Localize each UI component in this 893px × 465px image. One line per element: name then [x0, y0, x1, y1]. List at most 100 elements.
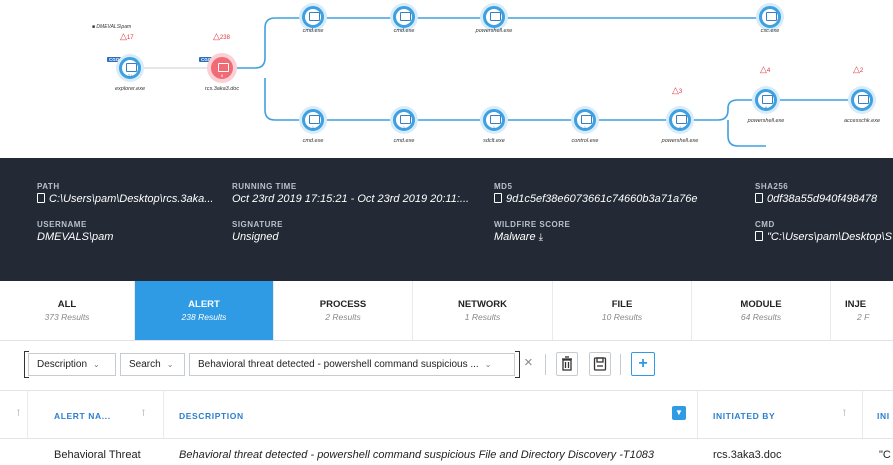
filter-operator-value: Search [129, 359, 161, 370]
tab-all[interactable]: ALL 373 Results [0, 281, 135, 340]
chevron-down-icon: ⌄ [484, 360, 492, 369]
cell-initiated-by: rcs.3aka3.doc [713, 449, 782, 461]
warning-icon: △17 [120, 31, 134, 41]
process-icon [490, 12, 501, 21]
node-count: 1 [402, 125, 406, 130]
copy-icon[interactable] [37, 193, 45, 203]
node-label: powershell.exe [475, 28, 513, 34]
divider [545, 354, 546, 375]
process-node-top2[interactable] [393, 6, 415, 28]
filter-icon[interactable]: ⊺ [842, 408, 847, 419]
cell-ini: "C [879, 449, 891, 461]
filter-field-select[interactable]: Description ⌄ [28, 353, 116, 376]
tab-injection[interactable]: INJE 2 F [831, 281, 893, 340]
username-field: USERNAME DMEVALS\pam [37, 220, 113, 243]
graph-user-label: ■ DMEVALS\pam [92, 24, 132, 30]
username-label: USERNAME [37, 220, 87, 229]
filter-icon[interactable]: ⊺ [141, 408, 146, 419]
filter-value-select[interactable]: Behavioral threat detected - powershell … [189, 353, 515, 376]
path-label: PATH [37, 182, 60, 191]
tab-network[interactable]: NETWORK 1 Results [413, 281, 553, 340]
tab-alert[interactable]: ALERT 238 Results [135, 281, 274, 340]
table-row[interactable]: Behavioral Threat Behavioral threat dete… [0, 438, 893, 465]
trash-icon [562, 356, 572, 371]
node-count: 4 [678, 125, 682, 130]
process-node-top3[interactable] [483, 6, 505, 28]
node-label: rcs.3aka3.doc [204, 86, 240, 92]
md5-value[interactable]: 9d1c5ef38e6073661c74660b3a71a76e [494, 193, 697, 205]
node-count: 1 [583, 125, 587, 130]
process-icon [766, 12, 777, 21]
running-time-field: RUNNING TIME Oct 23rd 2019 17:15:21 - Oc… [232, 182, 469, 205]
path-text: C:\Users\pam\Desktop\rcs.3aka... [49, 193, 214, 205]
cell-description: Behavioral threat detected - powershell … [179, 449, 655, 461]
filter-bracket-right [515, 351, 520, 378]
causality-graph[interactable]: ■ DMEVALS\pam △17 CGO 21 explorer.exe △2… [0, 0, 893, 158]
table-header: ⊺ ALERT NA... ⊺ DESCRIPTION ▼ INITIATED … [0, 390, 893, 439]
copy-icon[interactable] [494, 193, 502, 203]
running-time-label: RUNNING TIME [232, 182, 297, 191]
tab-module[interactable]: MODULE 64 Results [692, 281, 831, 340]
wildfire-label: WILDFIRE SCORE [494, 220, 571, 229]
copy-icon[interactable] [755, 231, 763, 241]
node-count: 21 [127, 73, 133, 78]
running-time-value: Oct 23rd 2019 17:15:21 - Oct 23rd 2019 2… [232, 193, 470, 205]
process-node-top1[interactable] [302, 6, 324, 28]
cgo-tag: CGO [107, 57, 122, 62]
username-value: DMEVALS\pam [37, 231, 114, 243]
filter-operator-select[interactable]: Search ⌄ [120, 353, 185, 376]
tab-title: MODULE [740, 299, 782, 310]
tab-title: PROCESS [319, 299, 367, 310]
process-icon [490, 115, 501, 124]
plus-icon: + [638, 355, 648, 372]
column-header-alert-name[interactable]: ALERT NA... [54, 411, 111, 421]
filter-icon[interactable]: ⊺ [16, 408, 21, 419]
tab-file[interactable]: FILE 10 Results [553, 281, 692, 340]
sha256-label: SHA256 [755, 182, 789, 191]
process-node-top4[interactable] [759, 6, 781, 28]
node-label: powershell.exe [661, 138, 699, 144]
cmd-value[interactable]: "C:\Users\pam\Desktop\S [755, 231, 892, 243]
node-label: sdclt.exe [483, 138, 505, 144]
delete-button[interactable] [556, 352, 578, 376]
add-filter-button[interactable]: + [631, 352, 655, 376]
sha256-field: SHA256 0df38a55d940f498478 [755, 182, 877, 205]
save-button[interactable] [589, 352, 611, 376]
process-icon [309, 115, 320, 124]
path-value[interactable]: C:\Users\pam\Desktop\rcs.3aka... [37, 193, 213, 205]
signature-value: Unsigned [232, 231, 279, 243]
column-divider [163, 391, 164, 438]
tab-count: 64 Results [740, 312, 782, 322]
filter-value-text: Behavioral threat detected - powershell … [198, 359, 479, 370]
process-icon [126, 63, 137, 72]
node-count: 8 [764, 105, 768, 110]
divider [620, 354, 621, 375]
clear-filter-icon[interactable]: × [524, 354, 533, 371]
tab-count: 1 Results [464, 312, 501, 322]
node-label: cmd.exe [302, 138, 324, 144]
tab-process[interactable]: PROCESS 2 Results [274, 281, 413, 340]
node-label: powershell.exe [747, 118, 785, 124]
process-icon [400, 12, 411, 21]
wildfire-field: WILDFIRE SCORE Malware ⤓ [494, 220, 570, 243]
cmd-text: "C:\Users\pam\Desktop\S [767, 231, 892, 243]
process-node-r2[interactable] [851, 89, 873, 111]
download-icon[interactable]: ⤓ [539, 232, 543, 243]
signature-field: SIGNATURE Unsigned [232, 220, 283, 243]
sha256-value[interactable]: 0df38a55d940f498478 [755, 193, 877, 205]
process-details-panel: PATH C:\Users\pam\Desktop\rcs.3aka... RU… [0, 158, 893, 281]
tab-count: 10 Results [601, 312, 643, 322]
column-header-initiated-by[interactable]: INITIATED BY [713, 411, 775, 421]
node-label: control.exe [571, 138, 599, 144]
copy-icon[interactable] [755, 193, 763, 203]
node-label: explorer.exe [114, 86, 146, 92]
graph-edges [130, 17, 865, 147]
column-header-description[interactable]: DESCRIPTION [179, 411, 244, 421]
filter-field-value: Description [37, 359, 88, 370]
active-filter-icon[interactable]: ▼ [672, 406, 686, 420]
process-icon [309, 12, 320, 21]
column-header-ini[interactable]: INI [877, 411, 890, 421]
tab-title: FILE [611, 299, 633, 310]
tab-count: 238 Results [181, 312, 227, 322]
cmd-label: CMD [755, 220, 775, 229]
